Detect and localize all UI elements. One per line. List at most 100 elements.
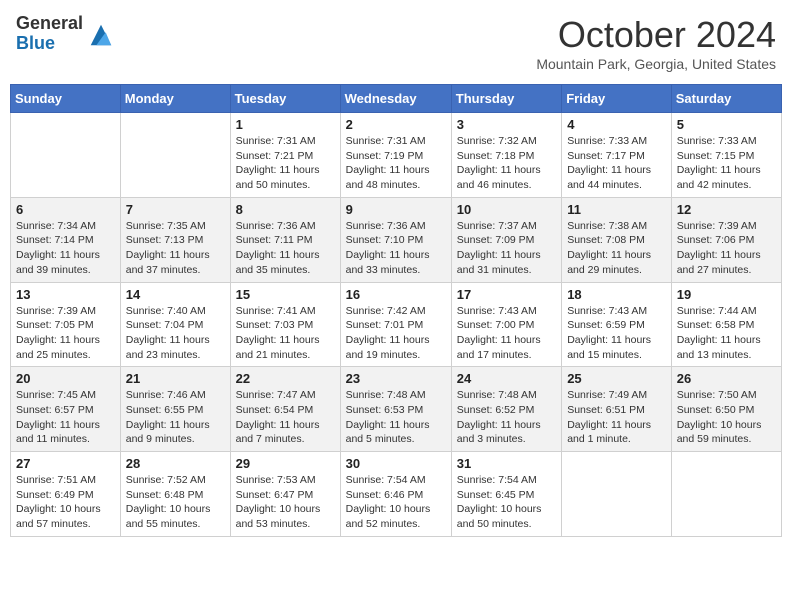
calendar-cell bbox=[562, 452, 672, 537]
day-info: Sunrise: 7:49 AMSunset: 6:51 PMDaylight:… bbox=[567, 388, 666, 447]
day-number: 24 bbox=[457, 371, 556, 386]
calendar-cell: 2 Sunrise: 7:31 AMSunset: 7:19 PMDaylight… bbox=[340, 113, 451, 198]
calendar-cell: 17Sunrise: 7:43 AMSunset: 7:00 PMDayligh… bbox=[451, 282, 561, 367]
calendar-cell: 10 Sunrise: 7:37 AMSunset: 7:09 PMDayligh… bbox=[451, 197, 561, 282]
calendar-cell bbox=[11, 113, 121, 198]
calendar-cell: 18Sunrise: 7:43 AMSunset: 6:59 PMDayligh… bbox=[562, 282, 672, 367]
day-info: Sunrise: 7:40 AMSunset: 7:04 PMDaylight:… bbox=[126, 304, 225, 363]
day-info: Sunrise: 7:50 AMSunset: 6:50 PMDaylight:… bbox=[677, 388, 776, 447]
calendar-cell: 9 Sunrise: 7:36 AMSunset: 7:10 PMDaylight… bbox=[340, 197, 451, 282]
calendar-cell: 23 Sunrise: 7:48 AMSunset: 6:53 PMDayligh… bbox=[340, 367, 451, 452]
logo-blue-text: Blue bbox=[16, 34, 83, 54]
day-info: Sunrise: 7:54 AMSunset: 6:45 PMDaylight:… bbox=[457, 473, 556, 532]
calendar-cell: 15Sunrise: 7:41 AMSunset: 7:03 PMDayligh… bbox=[230, 282, 340, 367]
day-info: Sunrise: 7:47 AMSunset: 6:54 PMDaylight:… bbox=[236, 388, 335, 447]
calendar-week-row: 13Sunrise: 7:39 AMSunset: 7:05 PMDayligh… bbox=[11, 282, 782, 367]
weekday-header-monday: Monday bbox=[120, 85, 230, 113]
calendar-cell: 27Sunrise: 7:51 AMSunset: 6:49 PMDayligh… bbox=[11, 452, 121, 537]
weekday-header-sunday: Sunday bbox=[11, 85, 121, 113]
day-info: Sunrise: 7:48 AMSunset: 6:53 PMDaylight:… bbox=[346, 388, 446, 447]
day-number: 13 bbox=[16, 287, 115, 302]
day-number: 20 bbox=[16, 371, 115, 386]
day-info: Sunrise: 7:31 AMSunset: 7:19 PMDaylight:… bbox=[346, 134, 446, 193]
day-info: Sunrise: 7:33 AMSunset: 7:15 PMDaylight:… bbox=[677, 134, 776, 193]
calendar-cell: 21Sunrise: 7:46 AMSunset: 6:55 PMDayligh… bbox=[120, 367, 230, 452]
day-number: 30 bbox=[346, 456, 446, 471]
day-info: Sunrise: 7:42 AMSunset: 7:01 PMDaylight:… bbox=[346, 304, 446, 363]
day-number: 25 bbox=[567, 371, 666, 386]
calendar-cell: 5 Sunrise: 7:33 AMSunset: 7:15 PMDaylight… bbox=[671, 113, 781, 198]
calendar-cell: 3 Sunrise: 7:32 AMSunset: 7:18 PMDaylight… bbox=[451, 113, 561, 198]
day-number: 10 bbox=[457, 202, 556, 217]
logo-general-text: General bbox=[16, 14, 83, 34]
day-number: 2 bbox=[346, 117, 446, 132]
calendar-cell: 25 Sunrise: 7:49 AMSunset: 6:51 PMDayligh… bbox=[562, 367, 672, 452]
day-info: Sunrise: 7:31 AMSunset: 7:21 PMDaylight:… bbox=[236, 134, 335, 193]
day-number: 22 bbox=[236, 371, 335, 386]
day-info: Sunrise: 7:37 AMSunset: 7:09 PMDaylight:… bbox=[457, 219, 556, 278]
day-number: 28 bbox=[126, 456, 225, 471]
day-number: 26 bbox=[677, 371, 776, 386]
location-text: Mountain Park, Georgia, United States bbox=[536, 56, 776, 72]
calendar-week-row: 27Sunrise: 7:51 AMSunset: 6:49 PMDayligh… bbox=[11, 452, 782, 537]
day-info: Sunrise: 7:36 AMSunset: 7:10 PMDaylight:… bbox=[346, 219, 446, 278]
day-number: 9 bbox=[346, 202, 446, 217]
calendar-cell: 1 Sunrise: 7:31 AMSunset: 7:21 PMDaylight… bbox=[230, 113, 340, 198]
calendar-cell: 20 Sunrise: 7:45 AMSunset: 6:57 PMDayligh… bbox=[11, 367, 121, 452]
weekday-header-thursday: Thursday bbox=[451, 85, 561, 113]
day-number: 8 bbox=[236, 202, 335, 217]
calendar-cell: 8 Sunrise: 7:36 AMSunset: 7:11 PMDaylight… bbox=[230, 197, 340, 282]
calendar-cell: 6 Sunrise: 7:34 AMSunset: 7:14 PMDaylight… bbox=[11, 197, 121, 282]
day-number: 3 bbox=[457, 117, 556, 132]
page-header: General Blue October 2024 Mountain Park,… bbox=[10, 10, 782, 76]
logo-icon bbox=[87, 21, 115, 49]
day-number: 19 bbox=[677, 287, 776, 302]
calendar-cell: 29Sunrise: 7:53 AMSunset: 6:47 PMDayligh… bbox=[230, 452, 340, 537]
day-number: 1 bbox=[236, 117, 335, 132]
calendar-week-row: 20 Sunrise: 7:45 AMSunset: 6:57 PMDayligh… bbox=[11, 367, 782, 452]
weekday-header-wednesday: Wednesday bbox=[340, 85, 451, 113]
weekday-header-friday: Friday bbox=[562, 85, 672, 113]
day-number: 5 bbox=[677, 117, 776, 132]
day-info: Sunrise: 7:32 AMSunset: 7:18 PMDaylight:… bbox=[457, 134, 556, 193]
day-info: Sunrise: 7:48 AMSunset: 6:52 PMDaylight:… bbox=[457, 388, 556, 447]
calendar-week-row: 1 Sunrise: 7:31 AMSunset: 7:21 PMDaylight… bbox=[11, 113, 782, 198]
day-info: Sunrise: 7:52 AMSunset: 6:48 PMDaylight:… bbox=[126, 473, 225, 532]
title-block: October 2024 Mountain Park, Georgia, Uni… bbox=[536, 14, 776, 72]
day-info: Sunrise: 7:36 AMSunset: 7:11 PMDaylight:… bbox=[236, 219, 335, 278]
day-info: Sunrise: 7:44 AMSunset: 6:58 PMDaylight:… bbox=[677, 304, 776, 363]
day-info: Sunrise: 7:45 AMSunset: 6:57 PMDaylight:… bbox=[16, 388, 115, 447]
day-info: Sunrise: 7:43 AMSunset: 6:59 PMDaylight:… bbox=[567, 304, 666, 363]
calendar-cell: 30 Sunrise: 7:54 AMSunset: 6:46 PMDayligh… bbox=[340, 452, 451, 537]
calendar-cell: 22 Sunrise: 7:47 AMSunset: 6:54 PMDayligh… bbox=[230, 367, 340, 452]
day-number: 23 bbox=[346, 371, 446, 386]
day-info: Sunrise: 7:54 AMSunset: 6:46 PMDaylight:… bbox=[346, 473, 446, 532]
calendar-cell: 12 Sunrise: 7:39 AMSunset: 7:06 PMDayligh… bbox=[671, 197, 781, 282]
day-number: 4 bbox=[567, 117, 666, 132]
day-number: 21 bbox=[126, 371, 225, 386]
day-number: 7 bbox=[126, 202, 225, 217]
calendar-cell: 19 Sunrise: 7:44 AMSunset: 6:58 PMDayligh… bbox=[671, 282, 781, 367]
day-number: 12 bbox=[677, 202, 776, 217]
calendar-cell: 11Sunrise: 7:38 AMSunset: 7:08 PMDayligh… bbox=[562, 197, 672, 282]
calendar-cell: 26 Sunrise: 7:50 AMSunset: 6:50 PMDayligh… bbox=[671, 367, 781, 452]
calendar-cell: 7 Sunrise: 7:35 AMSunset: 7:13 PMDaylight… bbox=[120, 197, 230, 282]
calendar-cell: 31Sunrise: 7:54 AMSunset: 6:45 PMDayligh… bbox=[451, 452, 561, 537]
day-number: 14 bbox=[126, 287, 225, 302]
weekday-header-row: SundayMondayTuesdayWednesdayThursdayFrid… bbox=[11, 85, 782, 113]
day-info: Sunrise: 7:38 AMSunset: 7:08 PMDaylight:… bbox=[567, 219, 666, 278]
calendar-cell bbox=[120, 113, 230, 198]
calendar-cell: 4Sunrise: 7:33 AMSunset: 7:17 PMDaylight… bbox=[562, 113, 672, 198]
day-number: 29 bbox=[236, 456, 335, 471]
day-info: Sunrise: 7:39 AMSunset: 7:06 PMDaylight:… bbox=[677, 219, 776, 278]
day-number: 16 bbox=[346, 287, 446, 302]
day-info: Sunrise: 7:43 AMSunset: 7:00 PMDaylight:… bbox=[457, 304, 556, 363]
day-info: Sunrise: 7:51 AMSunset: 6:49 PMDaylight:… bbox=[16, 473, 115, 532]
logo: General Blue bbox=[16, 14, 115, 54]
calendar-table: SundayMondayTuesdayWednesdayThursdayFrid… bbox=[10, 84, 782, 537]
calendar-cell bbox=[671, 452, 781, 537]
day-info: Sunrise: 7:34 AMSunset: 7:14 PMDaylight:… bbox=[16, 219, 115, 278]
calendar-cell: 14 Sunrise: 7:40 AMSunset: 7:04 PMDayligh… bbox=[120, 282, 230, 367]
day-info: Sunrise: 7:35 AMSunset: 7:13 PMDaylight:… bbox=[126, 219, 225, 278]
day-number: 6 bbox=[16, 202, 115, 217]
